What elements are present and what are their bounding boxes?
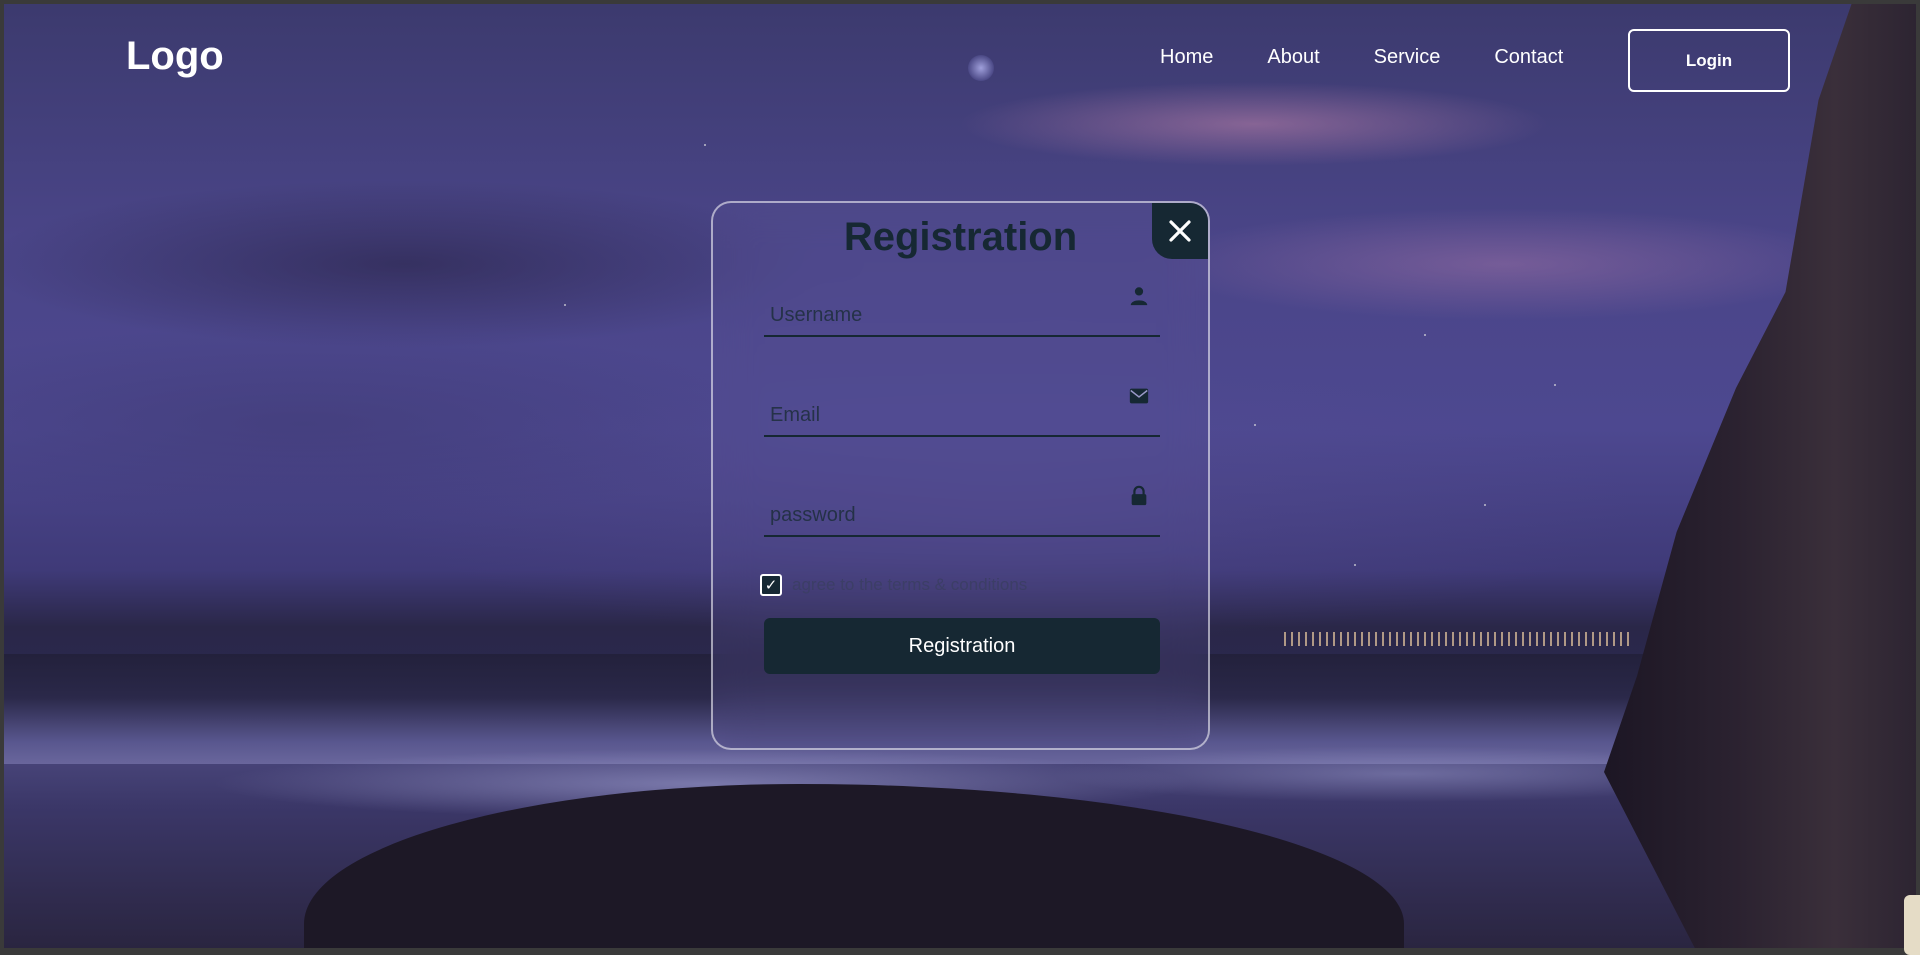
nav-home-link[interactable]: Home xyxy=(1160,46,1213,69)
star xyxy=(1554,384,1556,386)
main-nav: Home About Service Contact xyxy=(1160,46,1563,69)
password-field xyxy=(764,477,1160,537)
cliff-rock xyxy=(1604,4,1916,948)
user-icon xyxy=(1130,287,1148,306)
terms-checkbox-row[interactable]: ✓ agree to the terms & conditions xyxy=(760,574,1027,596)
username-field xyxy=(764,277,1160,337)
nav-contact-link[interactable]: Contact xyxy=(1494,46,1563,69)
lock-icon xyxy=(1131,485,1147,506)
star xyxy=(1354,564,1356,566)
star xyxy=(1424,334,1426,336)
corner-tab xyxy=(1904,895,1920,955)
terms-checkbox[interactable]: ✓ xyxy=(760,574,782,596)
username-input[interactable] xyxy=(764,277,1160,335)
modal-title: Registration xyxy=(843,215,1078,259)
terms-label: agree to the terms & conditions xyxy=(792,575,1028,594)
registration-modal: Registration ✓ agree to the terms & cond… xyxy=(711,201,1210,750)
password-input[interactable] xyxy=(764,477,1160,535)
star xyxy=(564,304,566,306)
moon-decoration xyxy=(968,55,994,81)
star xyxy=(1484,504,1486,506)
login-button[interactable]: Login xyxy=(1628,29,1790,92)
star xyxy=(1254,424,1256,426)
nav-about-link[interactable]: About xyxy=(1267,46,1319,69)
email-field xyxy=(764,377,1160,437)
email-input[interactable] xyxy=(764,377,1160,435)
star xyxy=(704,144,706,146)
nav-service-link[interactable]: Service xyxy=(1374,46,1441,69)
mail-icon xyxy=(1129,388,1149,404)
logo: Logo xyxy=(126,34,224,78)
registration-button[interactable]: Registration xyxy=(764,618,1160,674)
city-lights xyxy=(1284,632,1634,646)
